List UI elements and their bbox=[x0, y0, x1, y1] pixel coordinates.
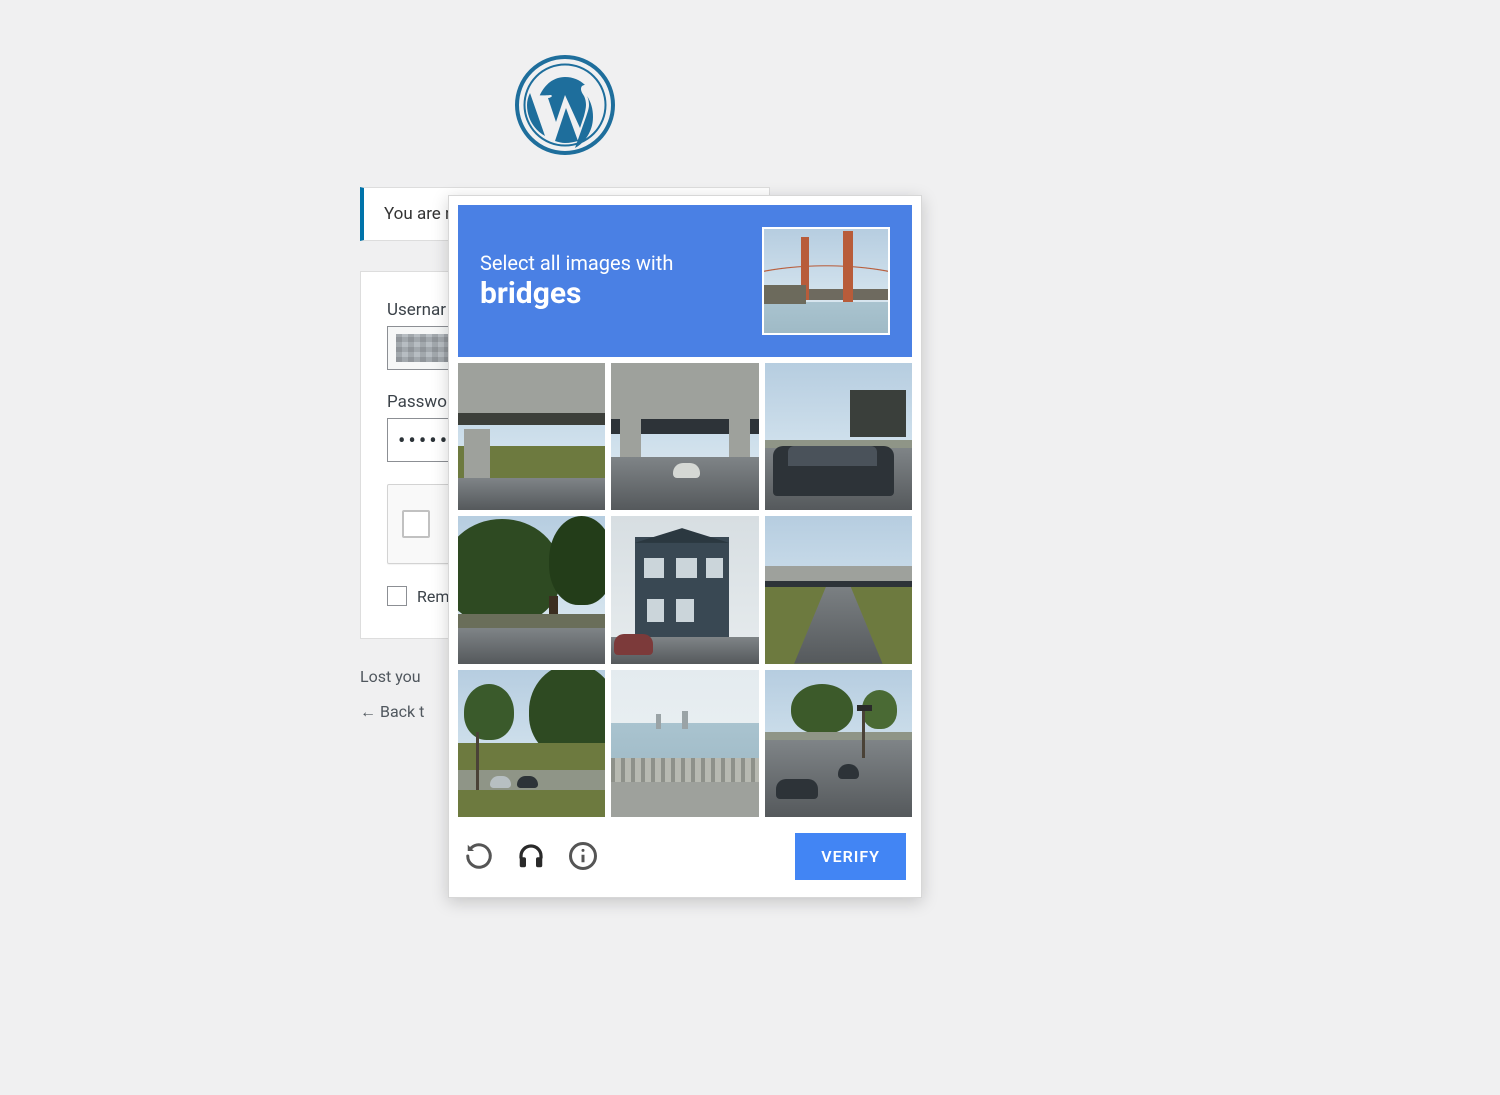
logout-notice-text: You are n bbox=[384, 204, 454, 224]
recaptcha-header: Select all images with bridges bbox=[458, 205, 912, 357]
captcha-tile-2[interactable] bbox=[611, 363, 758, 510]
captcha-tile-4[interactable] bbox=[458, 516, 605, 663]
captcha-tile-1[interactable] bbox=[458, 363, 605, 510]
captcha-tile-6[interactable] bbox=[765, 516, 912, 663]
info-icon[interactable] bbox=[568, 841, 598, 871]
recaptcha-grid bbox=[458, 363, 912, 817]
recaptcha-keyword: bridges bbox=[480, 277, 673, 312]
recaptcha-example-image bbox=[762, 227, 890, 335]
captcha-tile-3[interactable] bbox=[765, 363, 912, 510]
recaptcha-instruction-line: Select all images with bbox=[480, 251, 673, 275]
recaptcha-challenge: Select all images with bridges bbox=[448, 195, 922, 898]
reload-icon[interactable] bbox=[464, 841, 494, 871]
captcha-tile-5[interactable] bbox=[611, 516, 758, 663]
captcha-tile-7[interactable] bbox=[458, 670, 605, 817]
captcha-tile-8[interactable] bbox=[611, 670, 758, 817]
wordpress-logo bbox=[360, 55, 770, 155]
headphones-icon[interactable] bbox=[516, 841, 546, 871]
recaptcha-checkbox[interactable] bbox=[402, 510, 430, 538]
captcha-tile-9[interactable] bbox=[765, 670, 912, 817]
remember-me-checkbox[interactable] bbox=[387, 586, 407, 606]
verify-button[interactable]: VERIFY bbox=[795, 833, 906, 880]
